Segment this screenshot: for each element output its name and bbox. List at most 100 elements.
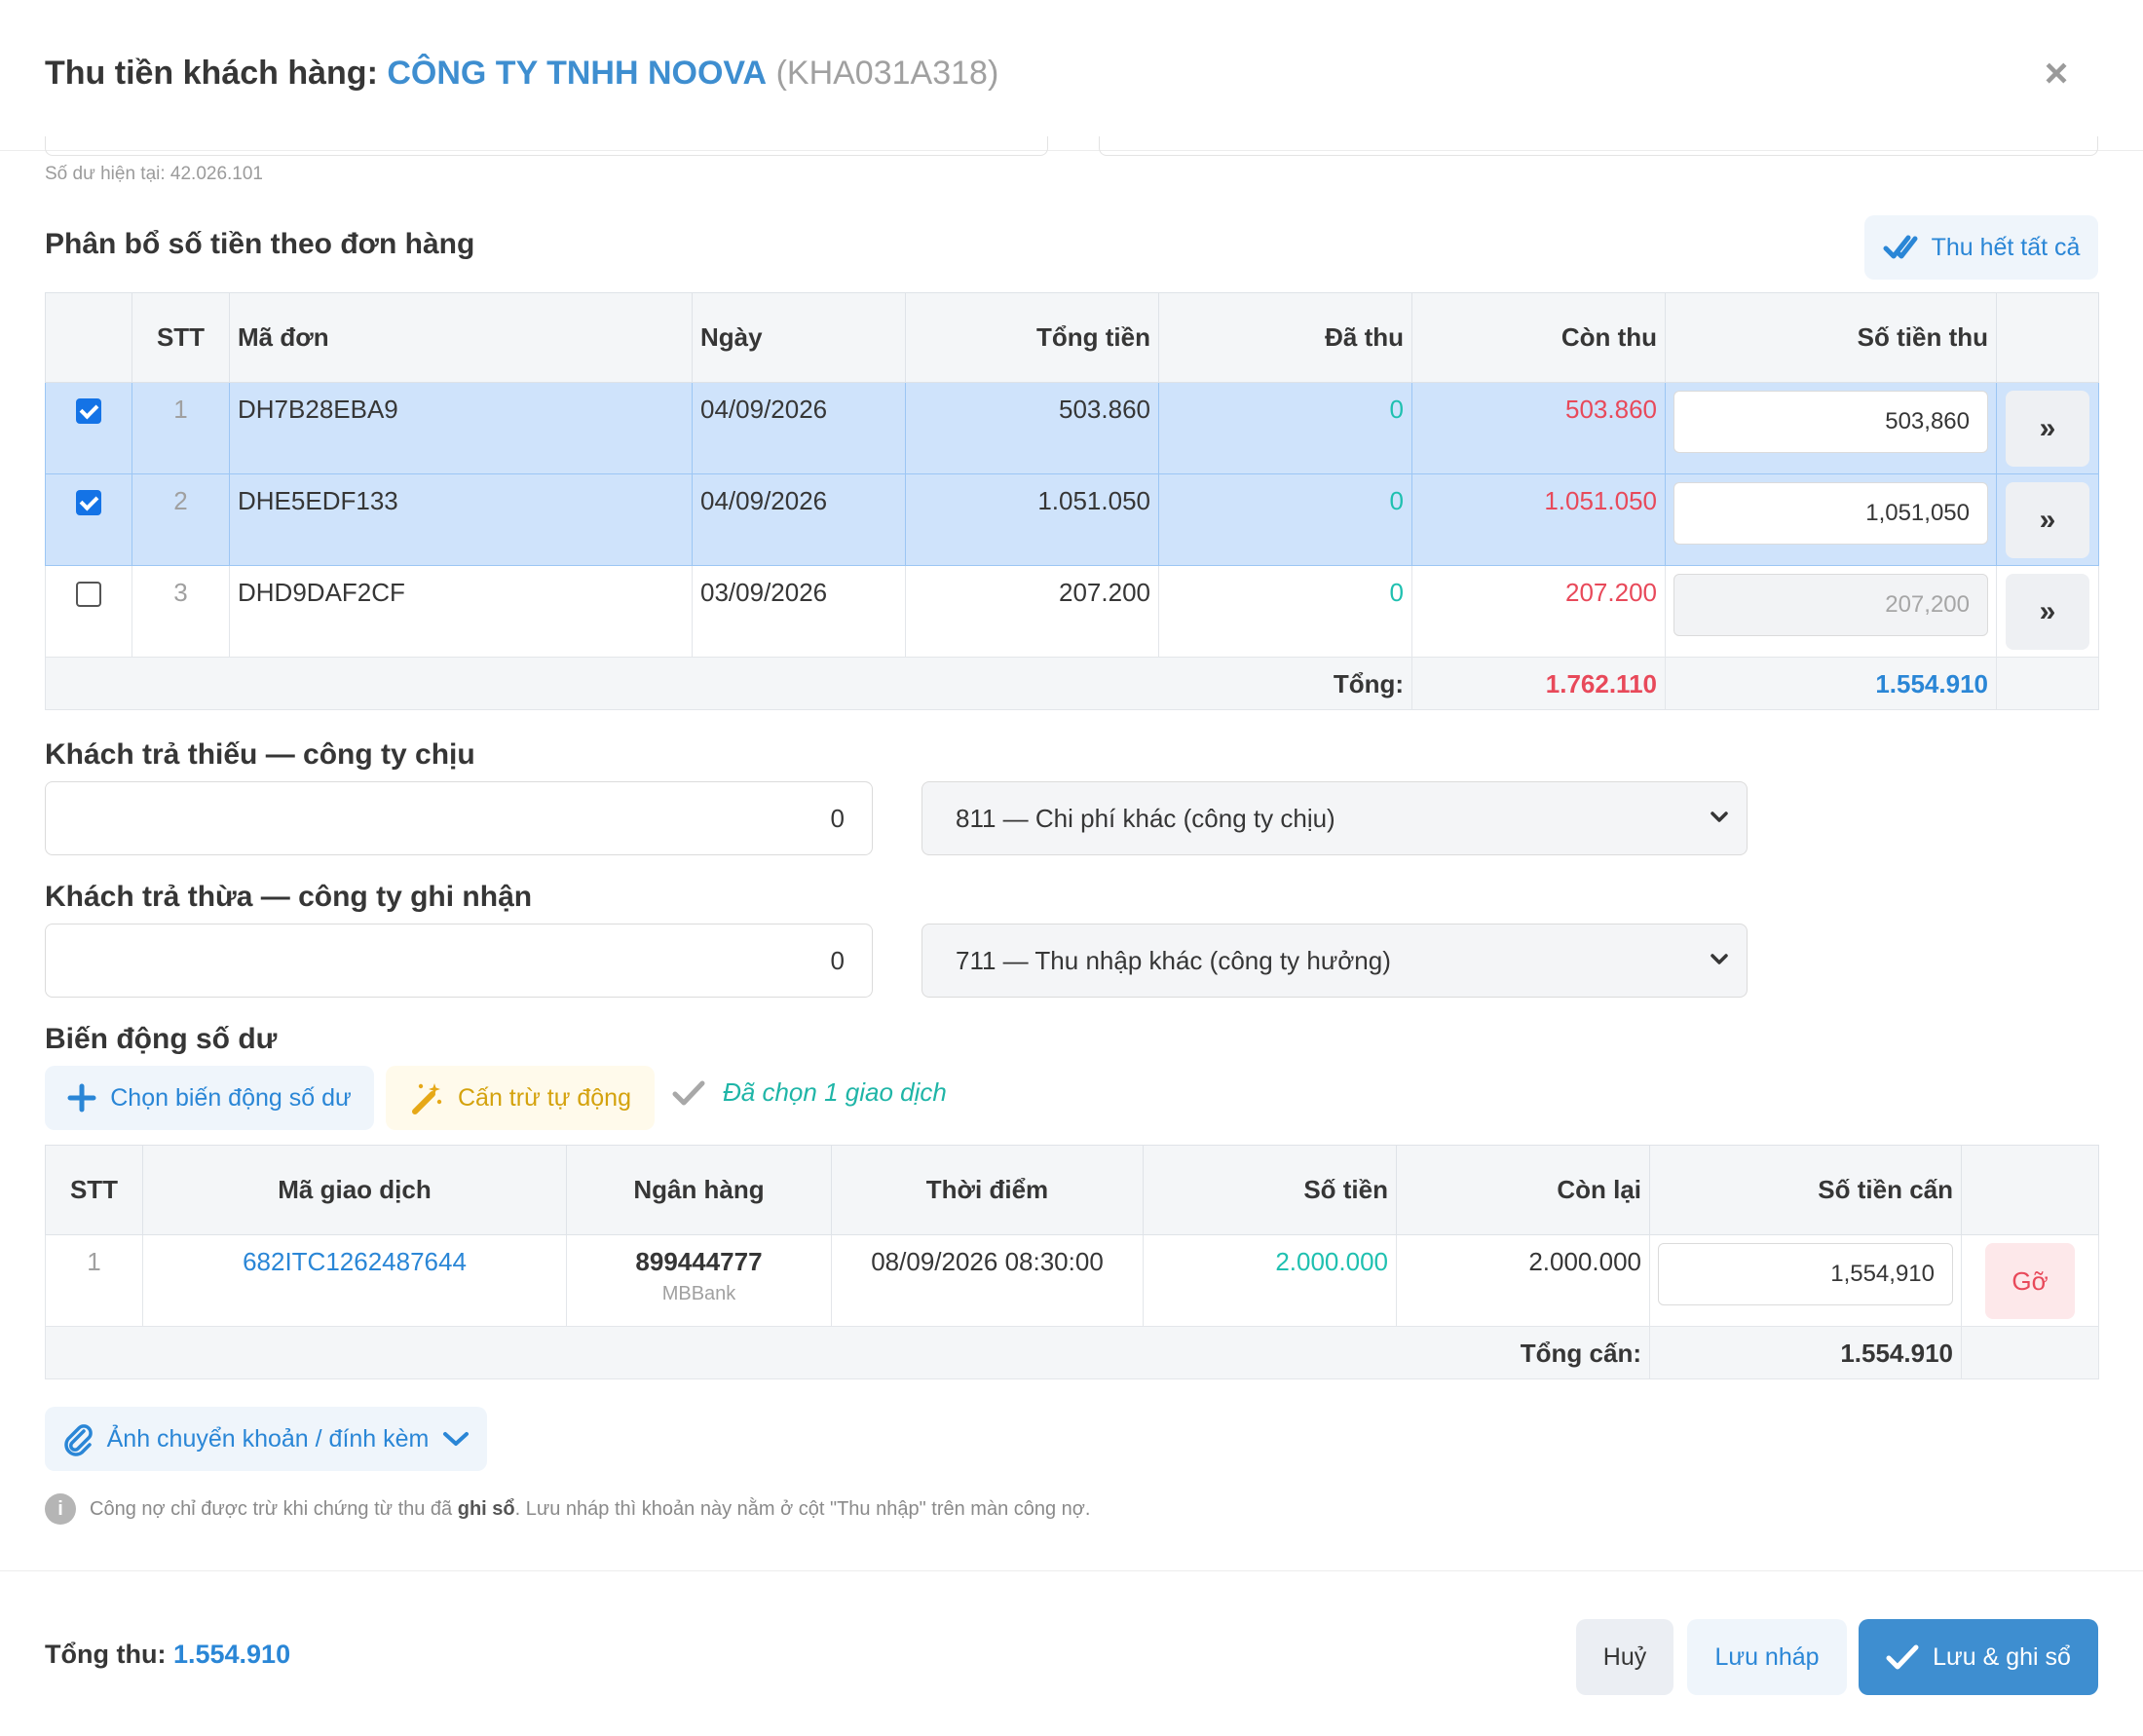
- footer-empty-cell: [1996, 657, 2099, 710]
- row-amount-input[interactable]: 503,860: [1673, 391, 1988, 453]
- footer-amount-total: 1.554.910: [1665, 657, 1997, 710]
- row-remaining: 2.000.000: [1396, 1234, 1650, 1327]
- note-text-part1: Công nợ chỉ được trừ khi chứng từ thu đã: [90, 1497, 458, 1520]
- payment-field-right[interactable]: [1099, 136, 2098, 156]
- modal-footer: Tổng thu: 1.554.910 Huỷ Lưu nháp Lưu & g…: [0, 1570, 2143, 1736]
- header-transaction-code: Mã giao dịch: [142, 1145, 567, 1235]
- ledger-info-note: i Công nợ chỉ được trừ khi chứng từ thu …: [45, 1493, 1090, 1525]
- table-row[interactable]: 2 DHE5EDF133 04/09/2026 1.051.050 0 1.05…: [45, 473, 2099, 566]
- check-icon: [1886, 1644, 1919, 1670]
- fill-remaining-button[interactable]: »: [2006, 574, 2089, 650]
- header-offset: Số tiền cấn: [1649, 1145, 1962, 1235]
- header-total: Tổng tiền: [905, 292, 1159, 383]
- auto-offset-label: Cấn trừ tự động: [457, 1083, 631, 1112]
- title-label: Thu tiền khách hàng:: [45, 55, 378, 92]
- row-stt: 1: [132, 382, 230, 474]
- fill-remaining-button[interactable]: »: [2006, 391, 2089, 467]
- row-checkbox[interactable]: [76, 582, 101, 607]
- auto-offset-button[interactable]: Cấn trừ tự động: [386, 1066, 655, 1130]
- bank-name: MBBank: [661, 1283, 736, 1304]
- footer-offset-label: Tổng cấn:: [45, 1326, 1650, 1379]
- row-amount: 2.000.000: [1143, 1234, 1397, 1327]
- row-bank-cell: 899444777 MBBank: [566, 1234, 832, 1327]
- close-icon[interactable]: ×: [2040, 53, 2073, 94]
- row-paid: 0: [1158, 473, 1412, 566]
- modal-title: Thu tiền khách hàng: CÔNG TY TNHH NOOVA …: [45, 55, 998, 93]
- header-amount: Số tiền thu: [1665, 292, 1997, 383]
- fill-remaining-button[interactable]: »: [2006, 482, 2089, 558]
- underpay-amount-input[interactable]: 0: [45, 781, 873, 855]
- footer-total-label: Tổng:: [45, 657, 1412, 710]
- allocation-table: STT Mã đơn Ngày Tổng tiền Đã thu Còn thu…: [45, 292, 2099, 710]
- row-total: 503.860: [905, 382, 1159, 474]
- row-date: 04/09/2026: [692, 473, 906, 566]
- row-paid: 0: [1158, 382, 1412, 474]
- row-date: 03/09/2026: [692, 565, 906, 658]
- balance-title: Biến động số dư: [45, 1023, 278, 1055]
- attachment-toggle-button[interactable]: Ảnh chuyển khoản / đính kèm: [45, 1407, 487, 1471]
- underpay-title: Khách trả thiếu — công ty chịu: [45, 738, 475, 771]
- row-amount-cell: 503,860: [1665, 382, 1997, 474]
- row-stt: 1: [45, 1234, 143, 1327]
- header-remaining: Còn lại: [1396, 1145, 1650, 1235]
- row-amount-input[interactable]: 1,051,050: [1673, 482, 1988, 545]
- table-row: 1 682ITC1262487644 899444777 MBBank 08/0…: [45, 1234, 2099, 1327]
- header-amount: Số tiền: [1143, 1145, 1397, 1235]
- row-order-code: DHE5EDF133: [229, 473, 693, 566]
- receipt-modal: Thu tiền khách hàng: CÔNG TY TNHH NOOVA …: [0, 0, 2143, 1736]
- save-and-post-label: Lưu & ghi sổ: [1933, 1642, 2071, 1671]
- selected-transactions-note: Đã chọn 1 giao dịch: [672, 1077, 947, 1108]
- cancel-button[interactable]: Huỷ: [1576, 1619, 1673, 1695]
- save-draft-button[interactable]: Lưu nháp: [1687, 1619, 1847, 1695]
- header-time: Thời điểm: [831, 1145, 1144, 1235]
- save-and-post-button[interactable]: Lưu & ghi sổ: [1859, 1619, 2098, 1695]
- payment-field-left[interactable]: [45, 136, 1048, 156]
- header-bank: Ngân hàng: [566, 1145, 832, 1235]
- note-text-part2: . Lưu nháp thì khoản này nằm ở cột "Thu …: [514, 1497, 1091, 1520]
- customer-name: CÔNG TY TNHH NOOVA: [387, 55, 768, 92]
- row-stt: 2: [132, 473, 230, 566]
- collect-all-button[interactable]: Thu hết tất cả: [1864, 215, 2098, 280]
- bank-account-number: 899444777: [635, 1247, 763, 1276]
- row-offset-cell: 1,554,910: [1649, 1234, 1962, 1327]
- balance-table: STT Mã giao dịch Ngân hàng Thời điểm Số …: [45, 1145, 2099, 1379]
- footer-offset-total: 1.554.910: [1649, 1326, 1962, 1379]
- customer-code: (KHA031A318): [775, 55, 999, 92]
- row-checkbox[interactable]: [76, 398, 101, 424]
- info-icon: i: [45, 1493, 76, 1525]
- plus-icon: [67, 1083, 96, 1113]
- selected-transactions-text: Đã chọn 1 giao dịch: [723, 1077, 947, 1107]
- attachment-label: Ảnh chuyển khoản / đính kèm: [106, 1424, 430, 1453]
- row-order-code: DHD9DAF2CF: [229, 565, 693, 658]
- chevron-down-icon: [443, 1432, 470, 1446]
- row-remaining: 207.200: [1411, 565, 1666, 658]
- row-checkbox[interactable]: [76, 490, 101, 515]
- modal-header: Thu tiền khách hàng: CÔNG TY TNHH NOOVA …: [0, 0, 2143, 151]
- paperclip-icon: [63, 1424, 93, 1456]
- ledger-info-text: Công nợ chỉ được trừ khi chứng từ thu đã…: [90, 1498, 1090, 1521]
- header-stt: STT: [45, 1145, 143, 1235]
- row-checkbox-cell: [45, 473, 132, 566]
- choose-balance-button[interactable]: Chọn biến động số dư: [45, 1066, 374, 1130]
- table-row[interactable]: 1 DH7B28EBA9 04/09/2026 503.860 0 503.86…: [45, 382, 2099, 474]
- overpay-amount-input[interactable]: 0: [45, 924, 873, 998]
- row-action-cell: »: [1996, 382, 2099, 474]
- transaction-code-link[interactable]: 682ITC1262487644: [142, 1234, 567, 1327]
- balance-header-row: STT Mã giao dịch Ngân hàng Thời điểm Số …: [45, 1145, 2099, 1235]
- underpay-account-select[interactable]: 811 — Chi phí khác (công ty chịu): [921, 781, 1748, 855]
- overpay-account-select[interactable]: 711 — Thu nhập khác (công ty hưởng): [921, 924, 1748, 998]
- offset-amount-input[interactable]: 1,554,910: [1658, 1243, 1953, 1305]
- row-amount-cell: 207,200: [1665, 565, 1997, 658]
- current-balance-note: Số dư hiện tại: 42.026.101: [45, 164, 264, 184]
- row-checkbox-cell: [45, 565, 132, 658]
- header-date: Ngày: [692, 292, 906, 383]
- row-time: 08/09/2026 08:30:00: [831, 1234, 1144, 1327]
- row-amount-cell: 1,051,050: [1665, 473, 1997, 566]
- row-remove-cell: Gỡ: [1961, 1234, 2099, 1327]
- remove-transaction-button[interactable]: Gỡ: [1985, 1243, 2075, 1319]
- overpay-title: Khách trả thừa — công ty ghi nhận: [45, 881, 533, 913]
- total-received-label: Tổng thu:: [45, 1640, 167, 1669]
- row-paid: 0: [1158, 565, 1412, 658]
- allocation-footer-row: Tổng: 1.762.110 1.554.910: [45, 657, 2099, 710]
- table-row[interactable]: 3 DHD9DAF2CF 03/09/2026 207.200 0 207.20…: [45, 565, 2099, 658]
